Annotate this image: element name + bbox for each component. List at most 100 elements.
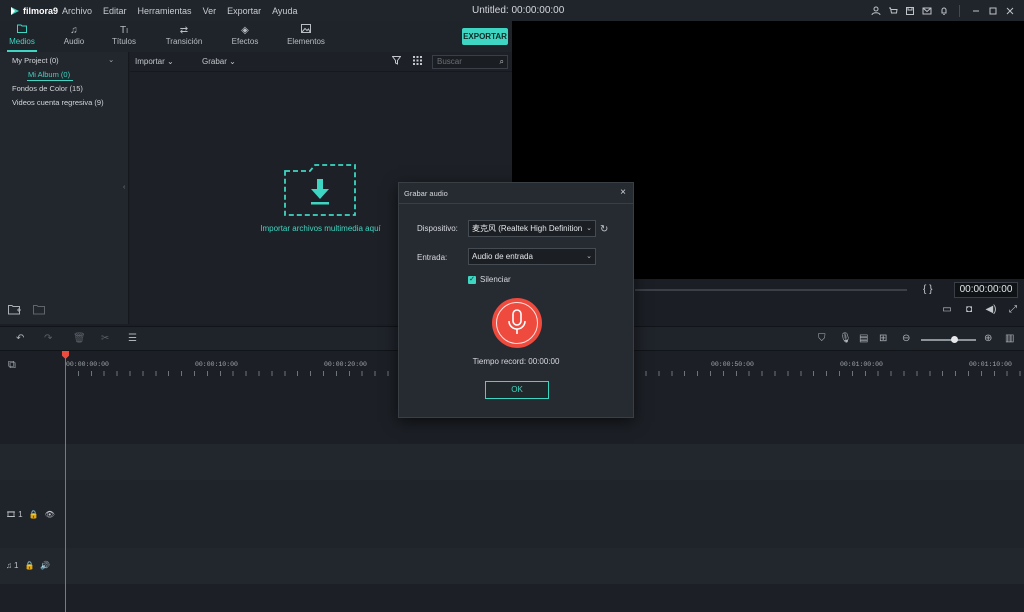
delete-icon[interactable]: 🗑 (73, 333, 86, 344)
speaker-icon[interactable]: 🔊 (40, 561, 50, 570)
tab-titulos[interactable]: TI Títulos (109, 24, 139, 46)
input-label: Entrada: (417, 253, 448, 262)
audio-track[interactable]: ♫ 1 🔒 🔊 (0, 548, 1024, 584)
mute-checkbox[interactable]: ✓ (468, 276, 476, 284)
window-controls (867, 2, 1018, 19)
menu-ver[interactable]: Ver (203, 6, 217, 16)
cart-icon[interactable] (884, 2, 901, 19)
record-button[interactable] (491, 297, 543, 349)
device-label: Dispositivo: (417, 224, 458, 233)
add-track-icon[interactable]: ⧉ (8, 359, 16, 372)
record-time: Tiempo record: 00:00:00 (472, 357, 560, 366)
chevron-down-icon: ⌄ (229, 57, 236, 66)
tick-label: 00:00:20:00 (324, 361, 367, 368)
tab-label: Medios (9, 37, 35, 46)
in-out-markers[interactable]: { } (923, 284, 932, 295)
project-duration: 00:00:00:00 (511, 5, 565, 16)
minimize-icon[interactable] (967, 2, 984, 19)
collapse-panel-icon[interactable]: ‹ (123, 184, 125, 191)
ok-button[interactable]: OK (485, 381, 549, 399)
video-track-header: 🎞 1 🔒 👁 (0, 510, 64, 519)
cut-icon[interactable]: ✂ (101, 333, 109, 344)
transition-icon: ⇄ (179, 25, 189, 36)
chevron-down-icon[interactable]: ⌄ (108, 55, 114, 64)
new-folder-icon[interactable] (8, 304, 21, 318)
menu-exportar[interactable]: Exportar (227, 6, 261, 16)
lock-icon[interactable]: 🔒 (24, 561, 34, 570)
zoom-out-icon[interactable]: ⊖ (902, 333, 910, 344)
tab-audio[interactable]: ♫ Audio (60, 24, 88, 46)
undo-icon[interactable]: ↶ (16, 333, 24, 344)
zoom-slider-handle[interactable] (951, 336, 958, 343)
chevron-down-icon: ⌄ (586, 225, 592, 232)
mixer-icon[interactable]: ▤ (859, 333, 868, 344)
tick-label: 00:00:50:00 (711, 361, 754, 368)
tab-label: Títulos (111, 37, 136, 46)
search-icon[interactable]: ⌕ (500, 56, 504, 68)
mic-icon[interactable]: 🎙 (839, 333, 852, 344)
title-bar: filmora9 Archivo Editar Herramientas Ver… (0, 0, 1024, 21)
tab-medios[interactable]: Medios (7, 24, 37, 52)
tab-label: Transición (165, 37, 203, 46)
music-note-icon: ♫ (6, 561, 12, 570)
menu-editar[interactable]: Editar (103, 6, 127, 16)
close-icon[interactable] (1001, 2, 1018, 19)
zoom-slider[interactable] (921, 339, 976, 341)
user-icon[interactable] (867, 2, 884, 19)
menu-herramientas[interactable]: Herramientas (138, 6, 192, 16)
snapshot-icon[interactable]: ◘ (958, 304, 980, 315)
zoom-in-icon[interactable]: ⊕ (984, 333, 992, 344)
library-panel: My Project (0) ⌄ Mi Album (0) Fondos de … (0, 52, 129, 324)
lock-icon[interactable]: 🔒 (29, 510, 39, 519)
refresh-icon[interactable]: ↻ (600, 224, 608, 235)
record-dropdown[interactable]: Grabar ⌄ (202, 57, 236, 66)
close-icon[interactable]: × (620, 187, 626, 198)
import-media-text[interactable]: Importar archivos multimedia aquí (258, 224, 383, 233)
eye-icon[interactable]: 👁 (45, 510, 55, 519)
menu-ayuda[interactable]: Ayuda (272, 6, 297, 16)
tab-label: Audio (63, 37, 85, 46)
split-view-icon[interactable]: ▥ (1005, 333, 1014, 344)
tab-transicion[interactable]: ⇄ Transición (162, 24, 206, 46)
tick-label: 00:00:00:00 (66, 361, 109, 368)
adjust-icon[interactable]: ☰ (128, 333, 137, 344)
device-select[interactable]: 麦克风 (Realtek High Definition ⌄ (468, 220, 596, 237)
media-tabs: Medios ♫ Audio TI Títulos ⇄ Transición ◈… (0, 21, 512, 52)
mail-icon[interactable] (918, 2, 935, 19)
fullscreen-icon[interactable]: ⤢ (1002, 304, 1024, 315)
redo-icon[interactable]: ↷ (44, 333, 52, 344)
playhead[interactable] (65, 351, 66, 612)
stabilize-icon[interactable]: ⊞ (879, 333, 887, 344)
render-preview-icon[interactable]: ▭ (936, 304, 958, 315)
record-label: Grabar (202, 57, 227, 66)
delete-folder-icon[interactable] (33, 304, 46, 318)
search-placeholder: Buscar (437, 57, 462, 66)
import-dropdown[interactable]: Importar ⌄ (135, 57, 174, 66)
input-select[interactable]: Audio de entrada ⌄ (468, 248, 596, 265)
video-track[interactable]: 🎞 1 🔒 👁 (0, 480, 1024, 548)
search-input[interactable]: Buscar ⌕ (432, 55, 508, 69)
dialog-title: Grabar audio (404, 189, 448, 198)
menu-archivo[interactable]: Archivo (62, 6, 92, 16)
volume-icon[interactable]: ◀) (980, 304, 1002, 315)
export-button[interactable]: EXPORTAR (462, 28, 508, 45)
title-separator (959, 4, 960, 17)
tab-efectos[interactable]: ◈ Efectos (228, 24, 262, 46)
preview-progress-bar[interactable] (635, 289, 907, 291)
sidebar-item-my-project[interactable]: My Project (0) (12, 56, 59, 65)
maximize-icon[interactable] (984, 2, 1001, 19)
import-folder-icon[interactable] (284, 164, 356, 216)
sidebar-item-mi-album[interactable]: Mi Album (0) (28, 70, 70, 79)
record-audio-dialog: Grabar audio × Dispositivo: 麦克风 (Realtek… (398, 182, 634, 418)
bell-icon[interactable] (935, 2, 952, 19)
grid-view-icon[interactable] (413, 56, 422, 67)
marker-icon[interactable]: ⛉ (818, 333, 826, 344)
tab-elementos[interactable]: Elementos (285, 24, 327, 46)
sidebar-item-fondos-de-color[interactable]: Fondos de Color (15) (12, 84, 83, 93)
save-icon[interactable] (901, 2, 918, 19)
filter-icon[interactable] (391, 56, 402, 67)
sidebar-item-videos-cuenta-regresiva[interactable]: Videos cuenta regresiva (9) (12, 98, 104, 107)
audio-track-header: ♫ 1 🔒 🔊 (0, 561, 64, 570)
filmora-window: filmora9 Archivo Editar Herramientas Ver… (0, 0, 1024, 612)
app-logo: filmora9 (10, 6, 62, 16)
